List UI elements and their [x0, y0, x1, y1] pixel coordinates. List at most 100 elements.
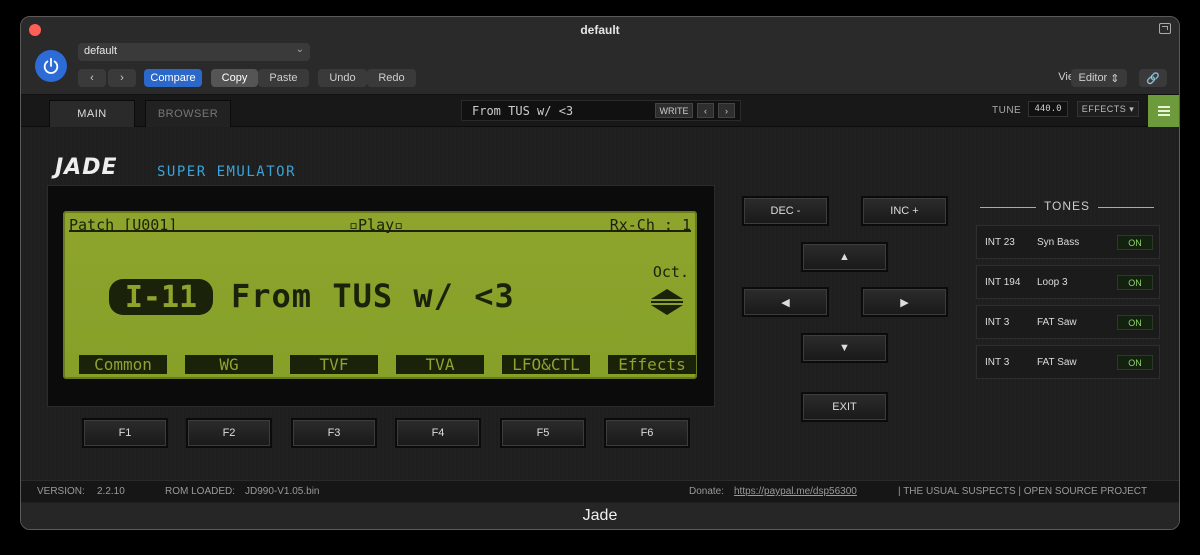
- next-patch-button[interactable]: ›: [718, 103, 735, 118]
- donate-link[interactable]: https://paypal.me/dsp56300: [734, 486, 857, 497]
- previous-preset-button[interactable]: ‹: [78, 69, 106, 87]
- patch-name-box: From TUS w/ <3 WRITE ‹ ›: [461, 100, 741, 121]
- tune-value[interactable]: 440.0: [1028, 101, 1068, 117]
- f3-button[interactable]: F3: [293, 420, 375, 446]
- view-value: Editor: [1078, 72, 1108, 84]
- plugin-topbar: MAIN BROWSER From TUS w/ <3 WRITE ‹ › TU…: [21, 95, 1179, 127]
- effects-label: EFFECTS: [1081, 104, 1127, 114]
- logo-subtitle: SUPER EMULATOR: [157, 164, 297, 180]
- link-icon: 🔗: [1146, 72, 1160, 85]
- dec-button[interactable]: DEC -: [744, 198, 827, 224]
- status-bar: VERSION: 2.2.10 ROM LOADED: JD990-V1.05.…: [21, 480, 1179, 502]
- lcd-function-tva: TVA: [396, 355, 484, 374]
- lcd-function-common: Common: [79, 355, 167, 374]
- window-title: default: [580, 23, 620, 37]
- tone-name: FAT Saw: [1037, 317, 1077, 328]
- tone-number: INT 3: [985, 357, 1010, 368]
- tone-row: INT 3 FAT Saw ON: [976, 305, 1160, 339]
- copy-button[interactable]: Copy: [211, 69, 258, 87]
- tone-name: Loop 3: [1037, 277, 1068, 288]
- tone-name: Syn Bass: [1037, 237, 1080, 248]
- f2-button[interactable]: F2: [188, 420, 270, 446]
- tone-on-toggle[interactable]: ON: [1117, 235, 1153, 250]
- plugin-window: default default ⌄ ‹ › Compare Copy Paste…: [20, 16, 1180, 530]
- tone-on-toggle[interactable]: ON: [1117, 355, 1153, 370]
- lcd-patch: Patch [U001]: [69, 216, 178, 234]
- link-button[interactable]: 🔗: [1139, 69, 1167, 87]
- lcd-function-effects: Effects: [608, 355, 696, 374]
- patch-name: From TUS w/ <3: [472, 104, 574, 118]
- version-label: VERSION:: [37, 486, 85, 497]
- lcd-header-row: Patch [U001] ▫Play▫ Rx-Ch : 1: [69, 216, 691, 234]
- tone-name: FAT Saw: [1037, 357, 1077, 368]
- tune-label: TUNE: [992, 105, 1022, 116]
- preset-value: default: [84, 45, 118, 57]
- caret-down-icon: ▾: [1129, 103, 1135, 114]
- right-button[interactable]: ▶: [863, 289, 946, 315]
- lcd-function-wg: WG: [185, 355, 273, 374]
- logo-brand: JADE: [55, 155, 118, 180]
- tone-row: INT 3 FAT Saw ON: [976, 345, 1160, 379]
- up-button[interactable]: ▲: [803, 244, 886, 270]
- lcd-oct-label: Oct.: [652, 263, 689, 281]
- chevron-right-icon: ›: [120, 72, 124, 84]
- redo-button[interactable]: Redo: [367, 69, 416, 87]
- expand-icon[interactable]: [1159, 23, 1171, 34]
- lcd-mode: ▫Play▫: [349, 216, 404, 234]
- tab-browser[interactable]: BROWSER: [145, 100, 231, 127]
- next-preset-button[interactable]: ›: [108, 69, 136, 87]
- paste-button[interactable]: Paste: [258, 69, 309, 87]
- chevron-left-icon: ‹: [90, 72, 94, 84]
- tone-number: INT 23: [985, 237, 1015, 248]
- tone-on-toggle[interactable]: ON: [1117, 315, 1153, 330]
- lcd-frame: Patch [U001] ▫Play▫ Rx-Ch : 1 I-11 From …: [47, 185, 715, 407]
- tab-main[interactable]: MAIN: [49, 100, 135, 127]
- power-icon: [43, 57, 59, 74]
- tone-row: INT 194 Loop 3 ON: [976, 265, 1160, 299]
- lcd-rx-channel: Rx-Ch : 1: [609, 216, 691, 234]
- compare-button[interactable]: Compare: [144, 69, 202, 87]
- arrow-right-icon: ▶: [900, 296, 909, 309]
- power-button[interactable]: [35, 50, 67, 82]
- lcd-display: Patch [U001] ▫Play▫ Rx-Ch : 1 I-11 From …: [63, 211, 697, 379]
- arrow-down-icon: ▼: [839, 342, 850, 354]
- credits-text: | THE USUAL SUSPECTS | OPEN SOURCE PROJE…: [898, 486, 1148, 497]
- view-select[interactable]: Editor ⇕: [1071, 69, 1127, 87]
- tone-on-toggle[interactable]: ON: [1117, 275, 1153, 290]
- f4-button[interactable]: F4: [397, 420, 479, 446]
- jade-logo: JADE SUPER EMULATOR: [55, 155, 295, 180]
- exit-button[interactable]: EXIT: [803, 394, 886, 420]
- f1-button[interactable]: F1: [84, 420, 166, 446]
- plugin-area: MAIN BROWSER From TUS w/ <3 WRITE ‹ › TU…: [21, 95, 1179, 503]
- arrow-up-icon: ▲: [839, 251, 850, 263]
- down-button[interactable]: ▼: [803, 335, 886, 361]
- f5-button[interactable]: F5: [502, 420, 584, 446]
- plugin-footer-title: Jade: [21, 503, 1179, 529]
- hamburger-icon: [1158, 110, 1170, 112]
- preset-select[interactable]: default ⌄: [78, 43, 310, 61]
- lcd-patch-tag: I-11: [109, 279, 213, 315]
- host-toolbar: default default ⌄ ‹ › Compare Copy Paste…: [21, 17, 1179, 95]
- rom-value: JD990-V1.05.bin: [245, 486, 320, 497]
- menu-button[interactable]: [1148, 95, 1179, 127]
- arrow-left-icon: ◀: [781, 296, 790, 309]
- up-down-icon: ⇕: [1110, 72, 1120, 85]
- tones-title: TONES: [978, 199, 1156, 213]
- left-button[interactable]: ◀: [744, 289, 827, 315]
- effects-dropdown[interactable]: EFFECTS ▾: [1077, 101, 1139, 117]
- chevron-down-icon: ⌄: [295, 44, 304, 55]
- undo-button[interactable]: Undo: [318, 69, 367, 87]
- prev-patch-button[interactable]: ‹: [697, 103, 714, 118]
- rom-label: ROM LOADED:: [165, 486, 236, 497]
- octave-icon: [651, 289, 683, 315]
- tone-number: INT 194: [985, 277, 1021, 288]
- write-button[interactable]: WRITE: [655, 103, 693, 118]
- version-value: 2.2.10: [97, 486, 125, 497]
- chevron-left-icon: ‹: [704, 105, 707, 116]
- lcd-function-tvf: TVF: [290, 355, 378, 374]
- lcd-patch-name: From TUS w/ <3: [231, 277, 515, 315]
- inc-button[interactable]: INC +: [863, 198, 946, 224]
- lcd-mode-text: Play: [358, 216, 395, 234]
- f6-button[interactable]: F6: [606, 420, 688, 446]
- tone-row: INT 23 Syn Bass ON: [976, 225, 1160, 259]
